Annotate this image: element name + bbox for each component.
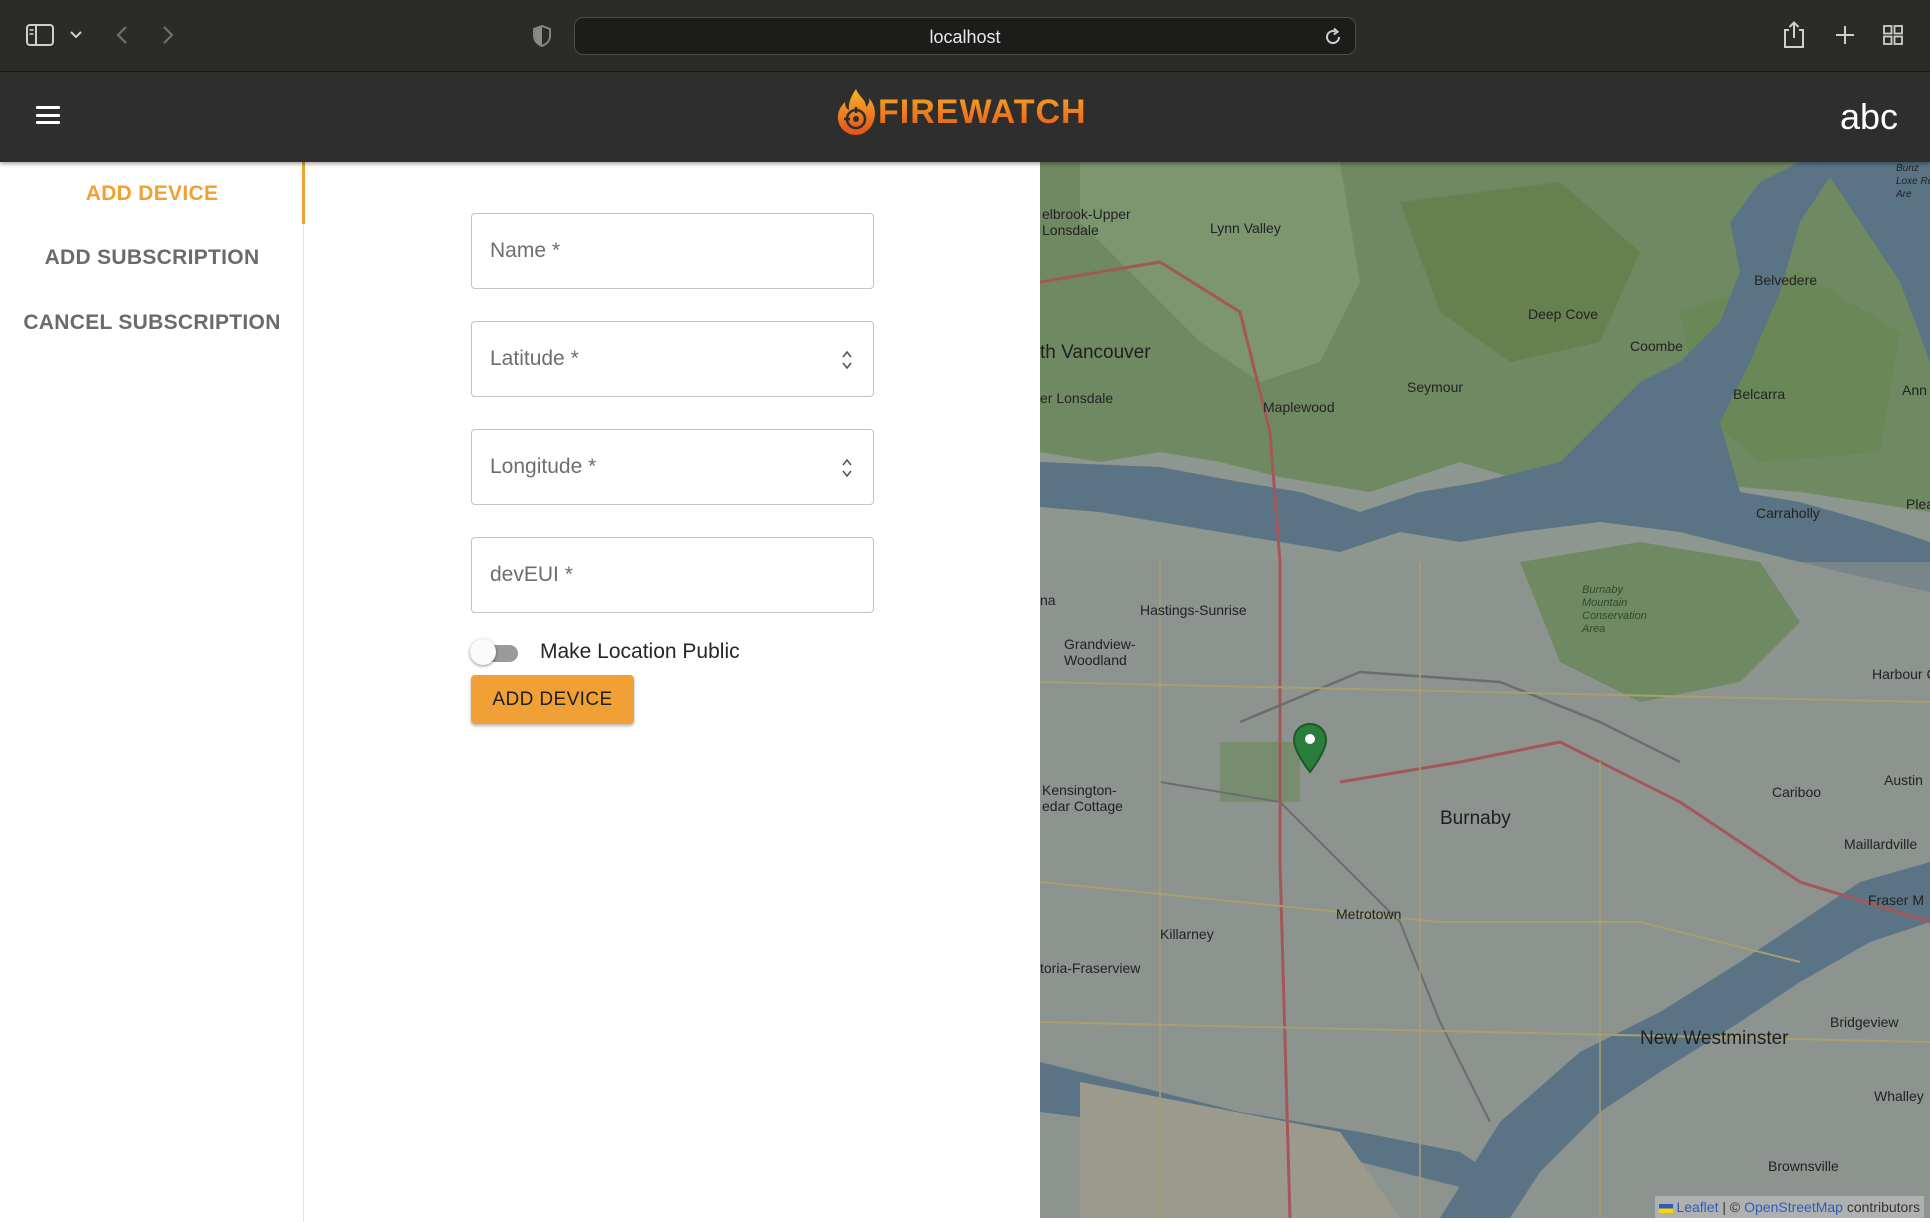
- tab-cancel-subscription[interactable]: CANCEL SUBSCRIPTION: [0, 291, 304, 355]
- brand-name: FIREWATCH: [878, 92, 1087, 131]
- map-label: Maillardville: [1844, 836, 1918, 852]
- side-nav: ADD DEVICE ADD SUBSCRIPTION CANCEL SUBSC…: [0, 162, 305, 1222]
- tab-label: ADD DEVICE: [85, 182, 219, 205]
- map-label: Brownsville: [1768, 1158, 1839, 1174]
- public-location-label: Make Location Public: [540, 640, 740, 663]
- browser-toolbar: localhost: [0, 0, 1930, 72]
- map-label: Metrotown: [1336, 906, 1402, 922]
- user-name[interactable]: abc: [1840, 96, 1898, 138]
- attribution-suffix: contributors: [1842, 1199, 1920, 1215]
- map-label: Austin: [1884, 772, 1923, 788]
- share-icon[interactable]: [1782, 20, 1806, 50]
- app-header: FIREWATCH abc: [0, 72, 1930, 162]
- device-location-marker[interactable]: [1292, 722, 1328, 774]
- tab-add-device[interactable]: ADD DEVICE: [0, 162, 305, 226]
- latitude-field[interactable]: Latitude *: [471, 321, 874, 397]
- deveui-field-label: devEUI *: [490, 563, 573, 586]
- map-attribution: Leaflet | © OpenStreetMap contributors: [1655, 1196, 1924, 1218]
- tab-label: CANCEL SUBSCRIPTION: [23, 311, 281, 334]
- add-device-button[interactable]: ADD DEVICE: [471, 675, 634, 724]
- map-label: Bridgeview: [1830, 1014, 1899, 1030]
- tab-label: ADD SUBSCRIPTION: [44, 246, 260, 269]
- map-label: er Lonsdale: [1040, 390, 1114, 406]
- map-label: Maplewood: [1263, 399, 1335, 415]
- name-field-label: Name *: [490, 239, 561, 262]
- name-field[interactable]: Name *: [471, 213, 874, 289]
- map-label: Kensington- edar Cottage: [1042, 782, 1123, 814]
- menu-icon[interactable]: [34, 102, 62, 128]
- map-label: Bunz Loxe Recr Are: [1896, 163, 1930, 200]
- map-label: Burnaby: [1440, 808, 1511, 829]
- back-icon[interactable]: [110, 22, 134, 48]
- map-label: Whalley: [1874, 1088, 1924, 1104]
- privacy-shield-icon[interactable]: [530, 24, 554, 48]
- longitude-field[interactable]: Longitude *: [471, 429, 874, 505]
- forward-icon[interactable]: [156, 22, 180, 48]
- map-label: Seymour: [1407, 379, 1464, 395]
- map-label: Carraholly: [1756, 505, 1820, 521]
- map-label: toria-Fraserview: [1040, 960, 1141, 976]
- leaflet-link[interactable]: Leaflet: [1676, 1199, 1718, 1215]
- number-stepper-icon[interactable]: [841, 457, 853, 479]
- map-label: Coombe: [1630, 338, 1683, 354]
- tab-overview-icon[interactable]: [1880, 22, 1906, 48]
- map-label: Grandview- Woodland: [1064, 636, 1136, 668]
- address-bar[interactable]: localhost: [574, 17, 1356, 55]
- map-label: Fraser M: [1868, 892, 1924, 908]
- map-label: Ann: [1902, 382, 1927, 398]
- osm-link[interactable]: OpenStreetMap: [1744, 1199, 1843, 1215]
- map-label: Deep Cove: [1528, 306, 1599, 322]
- map-label: Killarney: [1160, 926, 1214, 942]
- map-label: Lynn Valley: [1210, 220, 1281, 236]
- map-tiles[interactable]: [1040, 162, 1930, 1218]
- map-label: Plea: [1906, 496, 1930, 512]
- flame-logo-icon: [837, 89, 875, 135]
- map-label: elbrook-Upper Lonsdale: [1042, 206, 1131, 238]
- public-location-toggle[interactable]: [470, 637, 524, 667]
- map-label: Belvedere: [1754, 272, 1818, 288]
- attribution-separator: | ©: [1718, 1199, 1745, 1215]
- chevron-down-icon[interactable]: [68, 26, 84, 44]
- sidebar-toggle-icon[interactable]: [26, 24, 54, 46]
- firewatch-logo: FIREWATCH: [834, 84, 1087, 140]
- deveui-field[interactable]: devEUI *: [471, 537, 874, 613]
- latitude-field-label: Latitude *: [490, 347, 579, 370]
- tab-add-subscription[interactable]: ADD SUBSCRIPTION: [0, 226, 304, 290]
- add-device-form: Name * Latitude * Longitude * devEUI * M…: [304, 162, 1040, 1222]
- public-location-row: Make Location Public: [470, 634, 740, 670]
- toggle-thumb: [470, 639, 496, 665]
- map-label: Harbour Ch: [1872, 666, 1930, 682]
- ukraine-flag-icon: [1659, 1203, 1674, 1213]
- reload-icon[interactable]: [1323, 27, 1343, 47]
- map-label: na: [1040, 592, 1056, 608]
- number-stepper-icon[interactable]: [841, 349, 853, 371]
- map-label: Burnaby Mountain Conservation Area: [1582, 584, 1647, 635]
- new-tab-icon[interactable]: [1832, 22, 1858, 48]
- map-label: New Westminster: [1640, 1028, 1789, 1049]
- longitude-field-label: Longitude *: [490, 455, 597, 478]
- url-text: localhost: [929, 27, 1001, 47]
- map-label: Belcarra: [1733, 386, 1786, 402]
- map-label: th Vancouver: [1040, 342, 1151, 363]
- map-label: Cariboo: [1772, 784, 1822, 800]
- map-view[interactable]: elbrook-Upper Lonsdale Lynn Valley th Va…: [1040, 162, 1930, 1218]
- map-label: Hastings-Sunrise: [1140, 602, 1247, 618]
